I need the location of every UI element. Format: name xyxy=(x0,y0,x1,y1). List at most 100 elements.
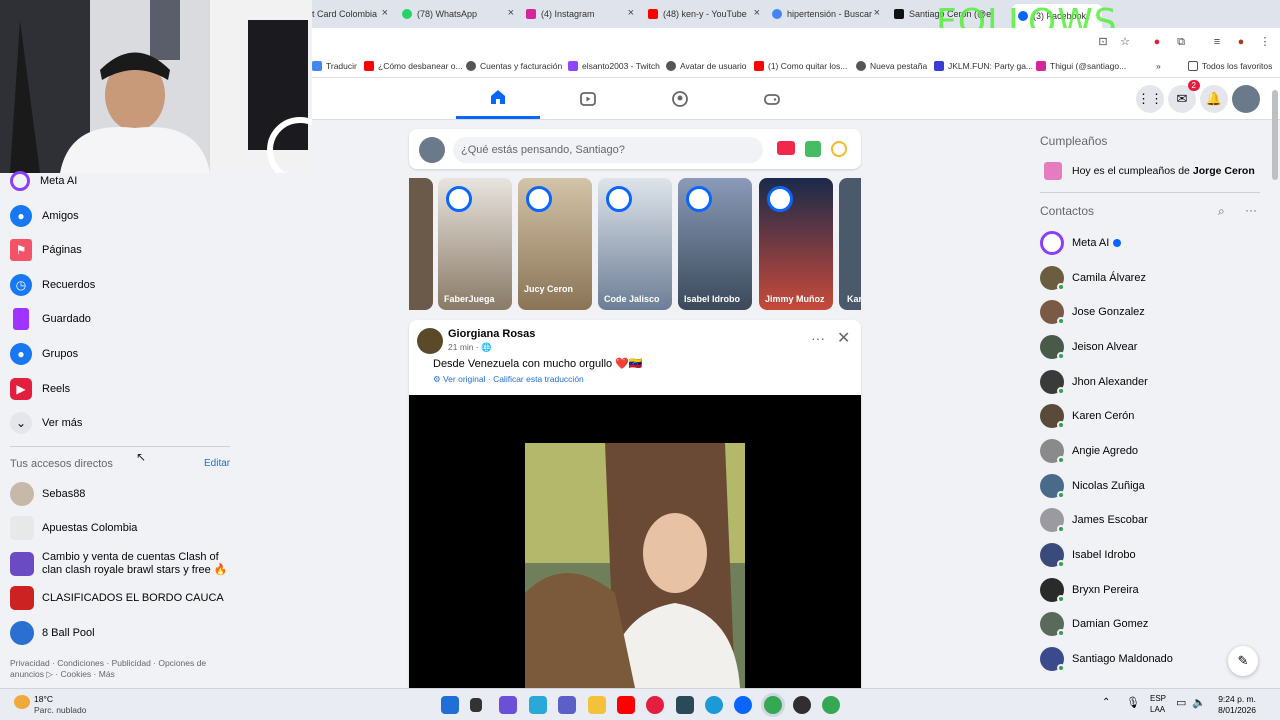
post-author[interactable]: Giorgiana Rosas xyxy=(448,328,535,340)
bookmark[interactable]: (1) Como quitar los... xyxy=(754,61,847,71)
reading-list-icon[interactable]: ≡ xyxy=(1210,35,1224,49)
close-icon[interactable]: × xyxy=(508,7,514,19)
nav-home[interactable] xyxy=(456,78,540,119)
birthday-row[interactable]: Hoy es el cumpleaños de Jorge Ceron xyxy=(1044,162,1255,180)
tab[interactable]: (48) ken-y - YouTube × xyxy=(648,4,760,24)
contact-item[interactable]: Jhon Alexander xyxy=(1040,367,1260,397)
bookmark[interactable]: JKLM.FUN: Party ga... xyxy=(934,61,1033,71)
microphone-icon[interactable]: 🎙 xyxy=(1126,696,1140,709)
address-bar-row[interactable]: ⊡ ☆ ● ⧉ ≡ ● ⋮ xyxy=(312,28,1280,56)
shortcut-item[interactable]: Sebas88 xyxy=(10,481,85,507)
messenger-button[interactable]: ✉ 2 xyxy=(1168,80,1200,113)
close-icon[interactable]: × xyxy=(874,7,880,19)
story-card[interactable]: FaberJuega xyxy=(438,178,512,310)
shortcut-item[interactable]: 8 Ball Pool xyxy=(10,620,95,646)
contact-item[interactable]: Damian Gomez xyxy=(1040,609,1260,639)
tab[interactable]: (4) Instagram × xyxy=(526,4,634,24)
all-bookmarks[interactable]: Todos los favoritos xyxy=(1188,61,1272,71)
language-bottom[interactable]: LAA xyxy=(1150,705,1165,714)
translation-links[interactable]: ⚙ Ver original · Calificar esta traducci… xyxy=(433,374,584,385)
contact-item[interactable]: Nicolas Zuñiga xyxy=(1040,471,1260,501)
chrome-icon[interactable] xyxy=(764,696,782,714)
edge-icon[interactable] xyxy=(705,696,723,714)
nav-groups[interactable] xyxy=(638,78,722,119)
opera-icon[interactable] xyxy=(646,696,664,714)
contact-item[interactable]: Bryxn Pereira xyxy=(1040,575,1260,605)
teams-icon[interactable] xyxy=(558,696,576,714)
story-card[interactable]: Code Jalisco xyxy=(598,178,672,310)
language-top[interactable]: ESP xyxy=(1150,694,1166,703)
page-scrollbar[interactable] xyxy=(1272,84,1278,688)
obs-icon[interactable] xyxy=(793,696,811,714)
new-message-button[interactable]: ✎ xyxy=(1228,646,1258,676)
contact-item[interactable]: Jeison Alvear xyxy=(1040,332,1260,362)
star-icon[interactable]: ☆ xyxy=(1118,35,1132,49)
install-app-icon[interactable]: ⊡ xyxy=(1096,35,1110,49)
contact-item[interactable]: Santiago Maldonado xyxy=(1040,644,1260,674)
more-options-icon[interactable]: ··· xyxy=(1245,203,1257,217)
bookmark[interactable]: Avatar de usuario xyxy=(666,61,746,71)
sidebar-item-groups[interactable]: ● Grupos xyxy=(10,341,78,367)
volume-icon[interactable]: 🔈 xyxy=(1192,696,1206,709)
bookmark[interactable]: Cuentas y facturación xyxy=(466,61,562,71)
live-video-icon[interactable] xyxy=(777,141,795,155)
shortcut-item[interactable]: Cambio y venta de cuentas Clash of clan … xyxy=(10,549,230,579)
sidebar-item-friends[interactable]: ● Amigos xyxy=(10,203,79,229)
close-icon[interactable]: ✕ xyxy=(837,328,850,348)
sidebar-item-reels[interactable]: ▶ Reels xyxy=(10,376,70,402)
contact-item[interactable]: Karen Cerón xyxy=(1040,401,1260,431)
opera-icon[interactable]: ● xyxy=(1150,35,1164,49)
profile-icon[interactable]: ● xyxy=(1234,35,1248,49)
tab[interactable]: t Card Colombia × xyxy=(312,4,388,24)
chevron-up-icon[interactable]: ⌃ xyxy=(1102,697,1110,708)
close-icon[interactable]: × xyxy=(628,7,634,19)
clock-date[interactable]: 8/01/2026 xyxy=(1206,705,1256,715)
contact-item[interactable]: Jose Gonzalez xyxy=(1040,297,1260,327)
contact-item[interactable]: Meta AI xyxy=(1040,228,1260,258)
sidebar-item-see-more[interactable]: ⌄ Ver más xyxy=(10,410,82,436)
copilot-icon[interactable] xyxy=(529,696,547,714)
photo-icon[interactable] xyxy=(805,141,821,157)
feeling-icon[interactable] xyxy=(831,141,847,157)
weather-icon[interactable] xyxy=(14,695,30,709)
scrollbar-thumb[interactable] xyxy=(1272,90,1278,180)
youtube-icon[interactable] xyxy=(617,696,635,714)
story-card[interactable]: Jimmy Muñoz xyxy=(759,178,833,310)
network-icon[interactable]: ▭ xyxy=(1176,696,1186,709)
bookmark[interactable]: ¿Cómo desbanear o... xyxy=(364,61,463,71)
contact-item[interactable]: Camila Álvarez xyxy=(1040,263,1260,293)
more-bookmarks-icon[interactable]: » xyxy=(1156,61,1161,71)
bookmark[interactable]: elsanto2003 - Twitch xyxy=(568,61,660,71)
tab[interactable]: hipertensión - Buscar × xyxy=(772,4,880,24)
windows-start-icon[interactable] xyxy=(441,696,459,714)
tab[interactable]: (78) WhatsApp × xyxy=(402,4,514,24)
search-icon[interactable]: ⌕ xyxy=(1218,204,1225,219)
more-options-icon[interactable]: ··· xyxy=(811,330,825,346)
contact-item[interactable]: Isabel Idrobo xyxy=(1040,540,1260,570)
bookmark[interactable]: Traducir xyxy=(312,61,357,71)
menu-icon[interactable]: ⋮ xyxy=(1258,35,1272,49)
menu-grid-button[interactable]: ⋮⋮ xyxy=(1136,85,1164,113)
extensions-icon[interactable]: ⧉ xyxy=(1174,35,1188,49)
story-card[interactable]: Kar xyxy=(839,178,861,310)
story-card[interactable]: Jucy Ceron xyxy=(518,178,592,310)
sidebar-footer[interactable]: Privacidad · Condiciones · Publicidad · … xyxy=(10,658,230,680)
composer-input[interactable]: ¿Qué estás pensando, Santiago? xyxy=(453,137,763,163)
bookmark[interactable]: Thigui (@santiago... xyxy=(1036,61,1126,71)
nav-reels[interactable] xyxy=(546,78,630,119)
profile-avatar-button[interactable] xyxy=(1232,85,1260,113)
nav-gaming[interactable] xyxy=(730,78,814,119)
chrome-icon[interactable] xyxy=(822,696,840,714)
clock-time[interactable]: 9:24 p. m. xyxy=(1212,694,1256,704)
file-explorer-icon[interactable] xyxy=(588,696,606,714)
close-icon[interactable]: × xyxy=(754,7,760,19)
contact-item[interactable]: James Escobar xyxy=(1040,505,1260,535)
story-card[interactable]: Isabel Idrobo xyxy=(678,178,752,310)
bookmark[interactable]: Nueva pestaña xyxy=(856,61,927,71)
post-time[interactable]: 21 min · 🌐 xyxy=(448,342,492,353)
shortcut-item[interactable]: Apuestas Colombia xyxy=(10,515,137,541)
shortcuts-edit-link[interactable]: Editar xyxy=(204,458,230,469)
post-video[interactable] xyxy=(409,395,861,720)
search-icon[interactable] xyxy=(470,698,482,712)
notifications-button[interactable]: 🔔 xyxy=(1200,85,1228,113)
